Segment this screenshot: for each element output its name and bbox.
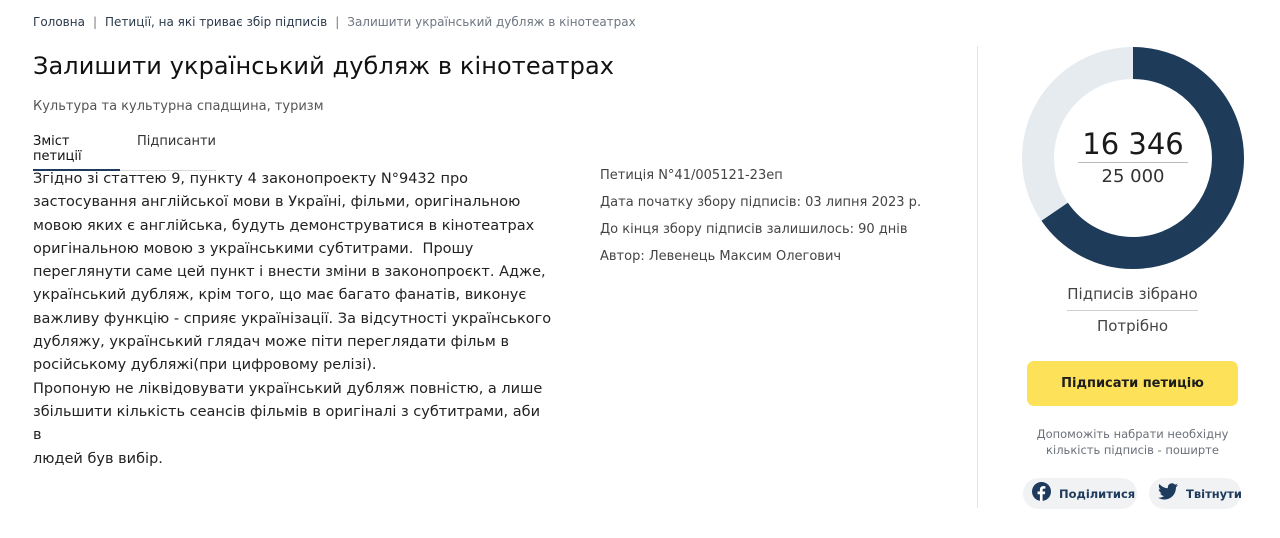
breadcrumb-separator: | bbox=[335, 15, 340, 29]
petition-start-date: Дата початку збору підписів: 03 липня 20… bbox=[600, 195, 922, 210]
breadcrumb-section-link[interactable]: Петиції, на які триває збір підписів bbox=[105, 15, 327, 29]
share-twitter-label: Твітнути bbox=[1186, 486, 1242, 501]
tab-signers[interactable]: Підписанти bbox=[137, 134, 216, 170]
petition-number: Петиція N°41/005121-23еп bbox=[600, 168, 783, 183]
breadcrumb-current: Залишити український дубляж в кінотеатра… bbox=[347, 15, 636, 29]
breadcrumb-home-link[interactable]: Головна bbox=[33, 15, 85, 29]
share-facebook-button[interactable]: Поділитися bbox=[1023, 478, 1137, 509]
share-facebook-label: Поділитися bbox=[1059, 486, 1136, 501]
signatures-counter: 16 346 25 000 bbox=[1021, 46, 1245, 270]
petition-body: Згідно зі статтею 9, пункту 4 законопрое… bbox=[33, 171, 552, 467]
signatures-needed-count: 25 000 bbox=[1101, 166, 1165, 187]
share-twitter-button[interactable]: Твітнути bbox=[1149, 478, 1242, 509]
facebook-icon bbox=[1032, 482, 1051, 505]
sign-petition-button[interactable]: Підписати петицію bbox=[1027, 361, 1238, 406]
stats-divider bbox=[1067, 310, 1198, 311]
petition-author: Автор: Левенець Максим Олегович bbox=[600, 249, 842, 264]
signatures-collected-label: Підписів зібрано bbox=[1067, 285, 1198, 303]
sidebar-divider bbox=[977, 46, 978, 508]
twitter-icon bbox=[1158, 483, 1178, 504]
breadcrumb: Головна | Петиції, на які триває збір пі… bbox=[33, 15, 636, 29]
petition-meta: Петиція N°41/005121-23еп Дата початку зб… bbox=[600, 166, 921, 274]
page-title: Залишити український дубляж в кінотеатра… bbox=[33, 52, 615, 80]
petition-days-left: До кінця збору підписів залишилось: 90 д… bbox=[600, 222, 908, 237]
petition-category: Культура та культурна спадщина, туризм bbox=[33, 99, 324, 114]
petition-tabs: Зміст петиції Підписанти bbox=[33, 134, 216, 171]
tab-content[interactable]: Зміст петиції bbox=[33, 134, 121, 171]
signatures-collected-count: 16 346 bbox=[1078, 127, 1188, 163]
signatures-needed-label: Потрібно bbox=[1096, 317, 1169, 335]
share-help-text: Допоможіть набрати необхідну кількість п… bbox=[1036, 427, 1229, 457]
breadcrumb-separator: | bbox=[92, 15, 97, 29]
